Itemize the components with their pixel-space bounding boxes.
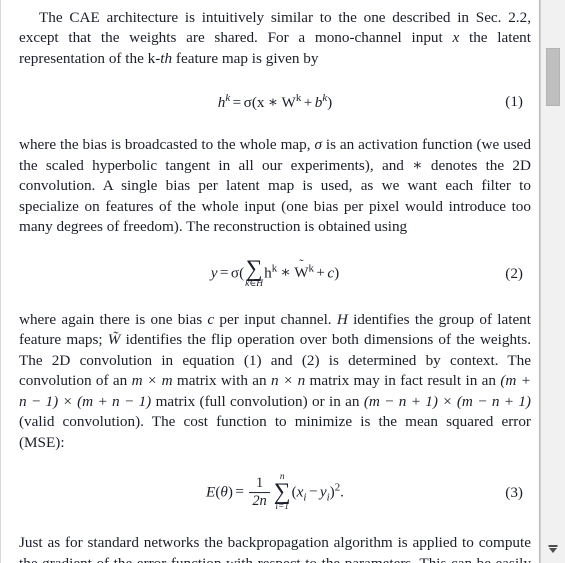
eq2-h-superscript: k — [271, 261, 278, 274]
eq2-summation: ∑ k∈H — [245, 255, 264, 289]
eq3-fraction-numerator: 1 — [249, 475, 270, 494]
clipped-previous-line — [19, 0, 531, 8]
math-inline-sigma: σ — [314, 136, 322, 153]
eq2-open-paren: ( — [239, 263, 245, 281]
eq2-equals: = — [219, 263, 229, 281]
eq3-x-subscript: i — [303, 491, 307, 504]
paragraph-bias: where the bias is broadcasted to the who… — [19, 135, 531, 238]
pdf-viewer: The CAE architecture is intuitively simi… — [0, 0, 565, 563]
eq3-fraction: 1 2n — [249, 475, 270, 510]
eq2-close-paren: ) — [334, 263, 340, 281]
eq1-close-paren: ) — [327, 94, 333, 112]
eq2-h: h — [264, 263, 272, 281]
eq1-x: x — [256, 94, 265, 112]
chevron-down-icon — [549, 548, 557, 553]
math-inline-m-by-m: m × m — [131, 372, 173, 389]
paragraph-flip-text-a: where again there is one bias — [19, 310, 208, 328]
page-content: The CAE architecture is intuitively simi… — [1, 0, 539, 563]
paragraph-flip-text-g: matrix (full convolution) or in an — [151, 392, 364, 410]
eq2-W-superscript: k — [308, 261, 314, 274]
eq1-plus: + — [303, 94, 313, 112]
eq2-sum-symbol: ∑ — [245, 255, 263, 282]
paragraph-flip-text-f: matrix may in fact result in an — [305, 372, 501, 389]
eq1-W-superscript: k — [295, 91, 302, 104]
paragraph-flip-text-h: (valid convolution). The cost function t… — [19, 413, 531, 451]
eq1-convolution-operator: ∗ — [267, 94, 279, 112]
math-inline-H: H — [336, 310, 348, 328]
equation-2-body: y = σ(∑ k∈H hk ∗ ˜ Wk + c) — [19, 255, 531, 289]
math-inline-valid-conv-size: (m − n + 1) × (m − n + 1) — [363, 392, 531, 410]
eq1-sigma: σ — [243, 94, 252, 112]
eq3-E: E — [206, 483, 216, 501]
chevron-down-icon-base — [548, 545, 558, 547]
scroll-down-button[interactable] — [541, 541, 565, 563]
math-inline-W-tilde: W̃ — [107, 331, 121, 348]
eq3-equals: = — [235, 483, 244, 501]
eq2-convolution-operator: ∗ — [280, 263, 291, 281]
eq3-fraction-denominator: 2n — [252, 493, 267, 510]
equation-1-body: hk = σ(x ∗ Wk + bk) — [19, 92, 531, 112]
paragraph-intro: The CAE architecture is intuitively simi… — [19, 8, 531, 70]
math-inline-star: ∗ — [412, 156, 423, 174]
equation-1: hk = σ(x ∗ Wk + bk) (1) — [19, 76, 531, 128]
eq3-theta: θ — [220, 483, 228, 501]
eq3-close-theta-paren: ) — [227, 483, 233, 501]
equation-1-number: (1) — [505, 93, 523, 110]
eq2-y: y — [210, 263, 218, 281]
equation-2: y = σ(∑ k∈H hk ∗ ˜ Wk + c) (2) — [19, 245, 531, 303]
paragraph-flip-text-e: matrix with an — [172, 372, 272, 389]
eq3-period: . — [340, 483, 344, 501]
eq3-y: y — [319, 483, 327, 501]
equation-3-number: (3) — [505, 484, 523, 501]
eq3-sum-symbol: ∑ — [273, 479, 291, 506]
vertical-scrollbar[interactable] — [540, 0, 565, 563]
equation-3-body: E(θ) = 1 2n n ∑ i=1 (xi − yi)2. — [19, 472, 531, 513]
paragraph-backprop: Just as for standard networks the backpr… — [19, 534, 531, 563]
paragraph-flip-text-b: per input channel. — [214, 310, 337, 328]
scrollbar-thumb[interactable] — [546, 48, 560, 106]
equation-2-number: (2) — [505, 264, 523, 282]
eq2-sigma: σ — [230, 263, 240, 281]
eq3-summation: n ∑ i=1 — [273, 472, 291, 513]
eq2-plus: + — [316, 263, 325, 281]
math-inline-n-by-n: n × n — [271, 372, 306, 389]
pdf-page: The CAE architecture is intuitively simi… — [0, 0, 540, 563]
eq1-equals: = — [232, 94, 242, 112]
paragraph-bias-text-a: where the bias is broadcasted to the who… — [19, 136, 315, 153]
eq3-minus: − — [308, 483, 318, 501]
eq2-tilde-accent: ˜ — [299, 255, 304, 271]
eq2-W-tilde: ˜ W — [294, 256, 308, 282]
eq3-sum-subscript: i=1 — [275, 502, 289, 513]
math-inline-th: th — [160, 49, 173, 67]
paragraph-flip: where again there is one bias c per inpu… — [19, 310, 531, 454]
equation-3: E(θ) = 1 2n n ∑ i=1 (xi − yi)2. (3) — [19, 464, 531, 522]
eq2-sum-subscript: k∈H — [245, 278, 264, 289]
eq1-h-superscript: k — [225, 91, 231, 104]
paragraph-intro-text-c: feature map is given by — [172, 49, 319, 67]
eq1-W: W — [281, 94, 296, 112]
